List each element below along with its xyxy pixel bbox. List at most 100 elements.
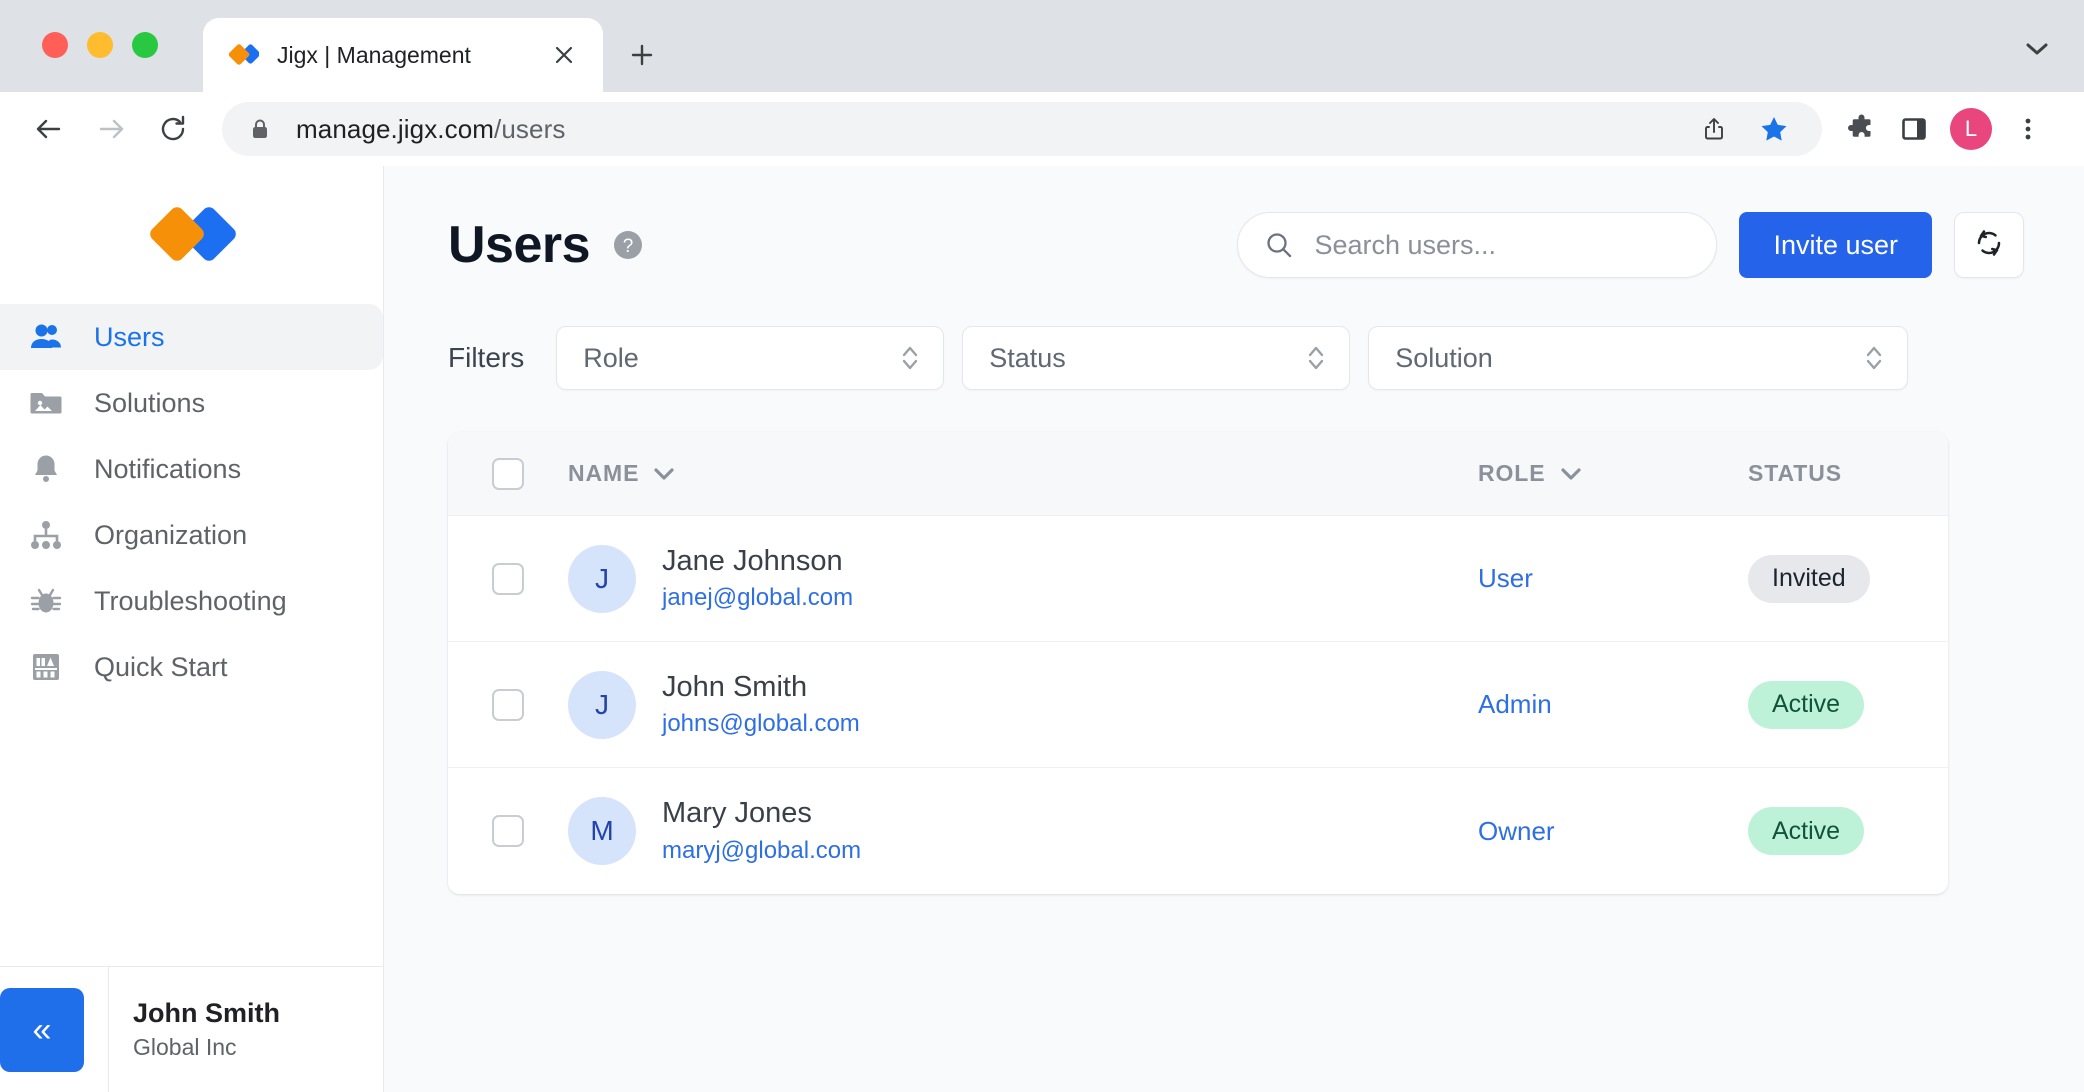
sidebar-nav: Users Solutions Notifications Organizati… [0,286,383,700]
sidebar-item-users[interactable]: Users [0,304,383,370]
column-role[interactable]: ROLE [1478,460,1748,487]
avatar: J [568,544,636,613]
row-checkbox[interactable] [492,688,524,721]
filter-role-select[interactable]: Role [556,326,945,390]
help-circle-icon[interactable]: ? [612,229,644,261]
status-cell: Active [1748,680,1948,729]
share-icon[interactable] [1688,103,1740,155]
browser-tab[interactable]: Jigx | Management [203,18,603,92]
row-select-cell [448,688,568,721]
current-user-info[interactable]: John Smith Global Inc [109,998,280,1061]
sidebar-item-label: Users [94,321,165,352]
search-users-field[interactable]: Search users... [1237,212,1718,278]
collapse-sidebar-button[interactable]: « [0,987,84,1072]
role-cell: Owner [1478,816,1748,847]
sidebar-item-troubleshooting[interactable]: Troubleshooting [0,568,383,634]
filter-status-select[interactable]: Status [962,326,1351,390]
user-email[interactable]: maryj@global.com [662,837,861,865]
column-header-label: ROLE [1478,460,1546,486]
current-user-name: John Smith [133,998,280,1028]
status-cell: Active [1748,807,1948,855]
close-window-button[interactable] [42,32,68,58]
main-content: Users ? Search users... Invite user Filt… [384,166,2084,1092]
column-header-label: STATUS [1748,460,1842,486]
search-icon [1264,230,1294,260]
user-cell: J Jane Johnson janej@global.com [568,544,1478,613]
chevron-up-down-icon [899,341,921,375]
sidebar-item-quick-start[interactable]: Quick Start [0,634,383,700]
current-user-org: Global Inc [133,1034,237,1060]
tab-strip: Jigx | Management [0,0,2084,92]
app-logo[interactable] [0,166,383,286]
role-link[interactable]: Owner [1478,816,1555,846]
image-folder-icon [28,385,64,421]
column-name[interactable]: NAME [568,460,1478,487]
sidebar-item-solutions[interactable]: Solutions [0,370,383,436]
address-bar[interactable]: manage.jigx.com/users [222,102,1822,156]
users-icon [28,319,64,355]
minimize-window-button[interactable] [87,32,113,58]
forward-arrow-icon[interactable] [80,98,142,160]
sidebar: Users Solutions Notifications Organizati… [0,166,384,1092]
table-row[interactable]: M Mary Jones maryj@global.com Owner Acti… [448,768,1948,894]
role-cell: Admin [1478,689,1748,720]
table-row[interactable]: J Jane Johnson janej@global.com User Inv… [448,516,1948,642]
user-name: John Smith [662,670,808,703]
column-header-label: NAME [568,460,640,486]
table-row[interactable]: J John Smith johns@global.com Admin Acti… [448,642,1948,768]
sidebar-item-organization[interactable]: Organization [0,502,383,568]
filters-label: Filters [448,342,525,373]
sidebar-item-label: Solutions [94,387,206,418]
row-checkbox[interactable] [492,815,524,847]
maximize-window-button[interactable] [132,32,158,58]
filter-solution-select[interactable]: Solution [1368,326,1909,390]
role-link[interactable]: User [1478,563,1533,593]
sidebar-footer: « John Smith Global Inc [0,966,383,1092]
table-header-row: NAME ROLE STATUS [448,432,1948,516]
side-panel-icon[interactable] [1888,103,1940,155]
status-cell: Invited [1748,554,1948,603]
star-filled-icon[interactable] [1748,103,1800,155]
avatar: J [568,670,636,739]
row-checkbox[interactable] [492,562,524,595]
sidebar-item-notifications[interactable]: Notifications [0,436,383,502]
status-badge: Active [1748,807,1865,855]
back-arrow-icon[interactable] [18,98,80,160]
refresh-icon [1973,227,2005,264]
select-all-checkbox[interactable] [492,457,524,490]
page-title: Users [448,216,591,274]
app-body: Users Solutions Notifications Organizati… [0,166,2084,1092]
lock-icon [248,116,274,142]
user-email[interactable]: janej@global.com [662,584,853,612]
bell-icon [28,451,64,487]
filter-solution-value: Solution [1395,342,1493,373]
header-actions: Search users... Invite user [1237,212,2024,278]
refresh-button[interactable] [1954,212,2024,278]
status-badge: Invited [1748,554,1870,603]
status-badge: Active [1748,680,1865,729]
chevron-up-down-icon [1305,341,1327,375]
sidebar-item-label: Notifications [94,453,242,484]
url-path: /users [494,113,566,144]
kebab-menu-icon[interactable] [2002,103,2054,155]
profile-avatar[interactable]: L [1950,108,1992,150]
url-host: manage.jigx.com [296,113,495,144]
reload-icon[interactable] [142,98,204,160]
double-chevron-left-icon: « [32,1010,52,1049]
close-icon[interactable] [547,38,581,72]
page-header: Users ? Search users... Invite user [448,212,2024,278]
new-tab-button[interactable] [619,32,665,78]
user-cell: M Mary Jones maryj@global.com [568,797,1478,865]
role-link[interactable]: Admin [1478,689,1552,719]
user-email[interactable]: johns@global.com [662,710,860,738]
role-cell: User [1478,563,1748,594]
sidebar-item-label: Organization [94,519,248,550]
chevron-down-icon[interactable] [2024,41,2050,62]
puzzle-piece-icon[interactable] [1836,103,1888,155]
filter-role-value: Role [583,342,639,373]
invite-user-button[interactable]: Invite user [1739,212,1932,278]
jigx-diamond-logo-icon [228,40,261,70]
chevron-down-icon [653,460,675,487]
column-status: STATUS [1748,460,1948,487]
